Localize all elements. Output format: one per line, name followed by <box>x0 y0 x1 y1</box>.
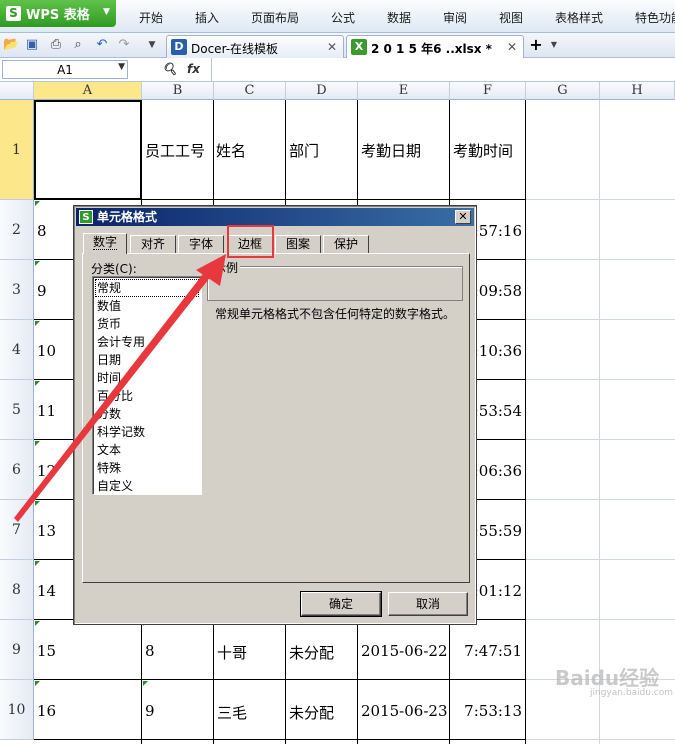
tab-label: 数字 <box>92 235 117 250</box>
tab-number[interactable]: 数字 <box>83 233 127 254</box>
annotation-arrow <box>14 254 226 522</box>
baidu-watermark-url: jingyan.baidu.com <box>590 688 674 698</box>
arrow-shaft <box>14 270 212 522</box>
baidu-watermark: Baidu经验 <box>555 666 660 690</box>
